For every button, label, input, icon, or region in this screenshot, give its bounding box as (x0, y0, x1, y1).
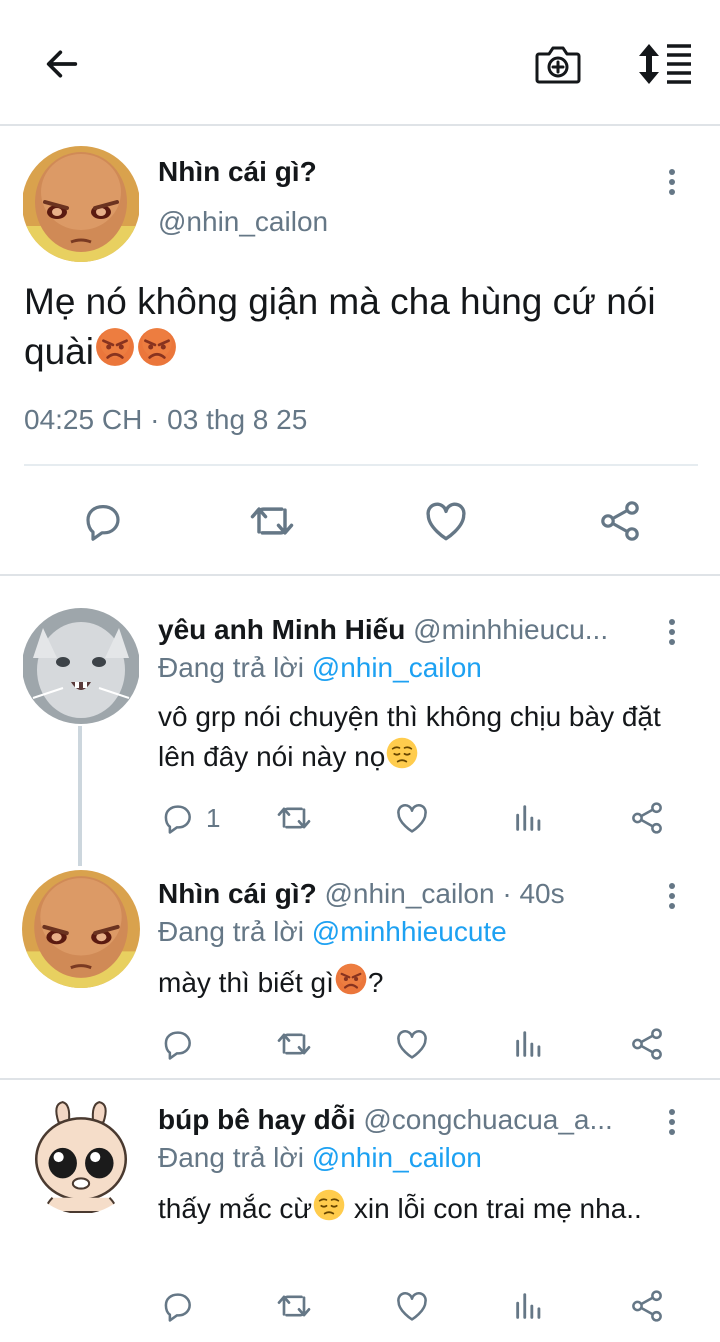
like-icon (393, 799, 431, 837)
camera-button[interactable] (526, 36, 590, 92)
arrow-left-icon (46, 50, 78, 78)
top-bar (0, 0, 720, 126)
angry-face-emoji (94, 326, 136, 368)
more-vertical-icon (668, 168, 676, 196)
reply-button[interactable] (158, 1022, 196, 1066)
retweet-button[interactable] (274, 1022, 314, 1066)
reply-icon (158, 1025, 196, 1063)
tweet-actions (0, 1284, 720, 1328)
share-button[interactable] (628, 1284, 666, 1328)
avatar[interactable] (22, 608, 140, 724)
sort-icon (639, 44, 691, 84)
tweet-actions: 1 (0, 796, 720, 840)
author-name[interactable]: Nhìn cái gì? (158, 878, 317, 909)
tweet-timestamp: 04:25 CH · 03 thg 8 25 (24, 404, 308, 435)
reply-icon (158, 1287, 196, 1325)
share-button[interactable] (594, 493, 646, 549)
more-vertical-icon (668, 1108, 676, 1136)
mention-link[interactable]: @minhhieucute (312, 916, 507, 947)
tweet-actions (0, 1022, 720, 1066)
analytics-button[interactable] (512, 1022, 546, 1066)
reply-header: yêu anh Minh Hiếu @minhhieucu... (158, 612, 648, 648)
replying-to: Đang trả lời @nhin_cailon (158, 652, 482, 683)
author-handle[interactable]: @nhin_cailon (158, 206, 328, 238)
avatar[interactable] (22, 1096, 140, 1214)
like-icon (393, 1287, 431, 1325)
retweet-icon (274, 798, 314, 838)
sort-button[interactable] (630, 36, 702, 92)
divider (0, 574, 720, 576)
analytics-button[interactable] (512, 796, 546, 840)
retweet-button[interactable] (274, 1284, 314, 1328)
divider (24, 464, 698, 466)
divider (0, 1078, 720, 1080)
retweet-icon (274, 1286, 314, 1326)
like-button[interactable] (393, 1022, 431, 1066)
author-name[interactable]: Nhìn cái gì? (158, 156, 317, 188)
angry-face-emoji (136, 326, 178, 368)
mention-link[interactable]: @nhin_cailon (312, 1142, 482, 1173)
author-handle[interactable]: @minhhieucu... (413, 614, 608, 645)
share-button[interactable] (628, 1022, 666, 1066)
avatar[interactable] (22, 146, 140, 262)
retweet-button[interactable] (274, 796, 314, 840)
reply-tweet: búp bê hay dỗi @congchuacua_a... Đang tr… (0, 1102, 720, 1342)
analytics-icon (512, 1289, 546, 1323)
retweet-icon (246, 495, 298, 547)
angry-face-emoji (334, 962, 368, 996)
share-button[interactable] (628, 796, 666, 840)
analytics-button[interactable] (512, 1284, 546, 1328)
tweet-text: thấy mắc cừ xin lỗi con trai mẹ nha.. (158, 1188, 698, 1228)
more-options-button[interactable] (660, 1102, 684, 1142)
tweet-text: mày thì biết gì? (158, 962, 698, 1002)
reply-tweet: Nhìn cái gì? @nhin_cailon · 40s Đang trả… (0, 876, 720, 1072)
reply-button[interactable] (158, 1284, 196, 1328)
like-button[interactable] (393, 796, 431, 840)
reply-header: búp bê hay dỗi @congchuacua_a... (158, 1102, 648, 1138)
replying-to: Đang trả lời @minhhieucute (158, 916, 507, 947)
author-name[interactable]: búp bê hay dỗi (158, 1104, 356, 1135)
reply-button[interactable]: 1 (158, 796, 220, 840)
reply-header: Nhìn cái gì? @nhin_cailon · 40s (158, 876, 648, 912)
pensive-face-emoji (312, 1188, 346, 1222)
more-options-button[interactable] (660, 876, 684, 916)
analytics-icon (512, 1027, 546, 1061)
tweet-text: vô grp nói chuyện thì không chịu bày đặt… (158, 701, 661, 772)
main-tweet: Nhìn cái gì? @nhin_cailon Mẹ nó không gi… (0, 128, 720, 574)
like-button[interactable] (420, 493, 472, 549)
more-vertical-icon (668, 882, 676, 910)
reply-button[interactable] (76, 493, 128, 549)
more-options-button[interactable] (660, 612, 684, 652)
author-handle[interactable]: @congchuacua_a... (363, 1104, 612, 1135)
retweet-icon (274, 1024, 314, 1064)
share-icon (596, 497, 644, 545)
more-options-button[interactable] (660, 162, 684, 202)
share-icon (628, 1287, 666, 1325)
more-vertical-icon (668, 618, 676, 646)
like-icon (421, 496, 471, 546)
mention-link[interactable]: @nhin_cailon (312, 652, 482, 683)
like-icon (393, 1025, 431, 1063)
tweet-actions (0, 493, 720, 549)
author-handle[interactable]: @nhin_cailon · 40s (324, 878, 564, 909)
replying-to: Đang trả lời @nhin_cailon (158, 1142, 482, 1173)
reply-icon (158, 799, 196, 837)
share-icon (628, 799, 666, 837)
retweet-button[interactable] (246, 493, 298, 549)
reply-count: 1 (206, 802, 221, 833)
camera-plus-icon (535, 46, 581, 84)
avatar[interactable] (22, 870, 140, 988)
share-icon (628, 1025, 666, 1063)
like-button[interactable] (393, 1284, 431, 1328)
reply-tweet: yêu anh Minh Hiếu @minhhieucu... Đang tr… (0, 612, 720, 846)
analytics-icon (512, 801, 546, 835)
tweet-text: Mẹ nó không giận mà cha hùng cứ nói quài (24, 281, 656, 372)
author-name[interactable]: yêu anh Minh Hiếu (158, 614, 405, 645)
pensive-face-emoji (385, 736, 419, 770)
reply-icon (78, 497, 126, 545)
back-button[interactable] (30, 36, 94, 92)
